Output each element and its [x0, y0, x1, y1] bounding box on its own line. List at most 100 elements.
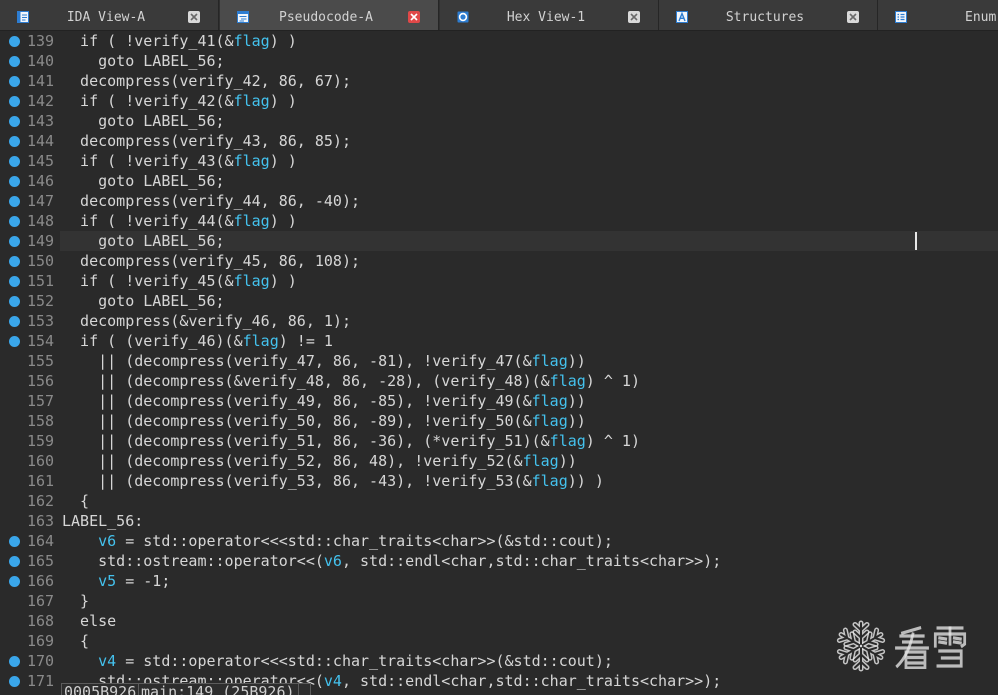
address-dot-icon[interactable]: [9, 176, 20, 187]
code-line[interactable]: 150 decompress(verify_45, 86, 108);: [0, 251, 998, 271]
code-line[interactable]: 153 decompress(&verify_46, 86, 1);: [0, 311, 998, 331]
code-text[interactable]: if ( !verify_41(&flag) ): [62, 31, 297, 51]
code-text[interactable]: else: [62, 611, 116, 631]
code-line[interactable]: 144 decompress(verify_43, 86, 85);: [0, 131, 998, 151]
variable-token[interactable]: flag: [550, 372, 586, 390]
code-line[interactable]: 145 if ( !verify_43(&flag) ): [0, 151, 998, 171]
code-line[interactable]: 165 std::ostream::operator<<(v6, std::en…: [0, 551, 998, 571]
address-dot-icon[interactable]: [9, 556, 20, 567]
variable-token[interactable]: flag: [243, 332, 279, 350]
code-text[interactable]: if ( !verify_45(&flag) ): [62, 271, 297, 291]
variable-token[interactable]: flag: [532, 352, 568, 370]
code-line[interactable]: 166 v5 = -1;: [0, 571, 998, 591]
code-line[interactable]: 155 || (decompress(verify_47, 86, -81), …: [0, 351, 998, 371]
address-dot-icon[interactable]: [9, 136, 20, 147]
variable-token[interactable]: flag: [523, 452, 559, 470]
code-line[interactable]: 154 if ( (verify_46)(&flag) != 1: [0, 331, 998, 351]
code-line[interactable]: 139 if ( !verify_41(&flag) ): [0, 31, 998, 51]
code-text[interactable]: if ( !verify_42(&flag) ): [62, 91, 297, 111]
code-text[interactable]: decompress(verify_44, 86, -40);: [62, 191, 360, 211]
address-dot-icon[interactable]: [9, 36, 20, 47]
address-dot-icon[interactable]: [9, 256, 20, 267]
code-line[interactable]: 148 if ( !verify_44(&flag) ): [0, 211, 998, 231]
code-text[interactable]: goto LABEL_56;: [62, 291, 224, 311]
code-line[interactable]: 140 goto LABEL_56;: [0, 51, 998, 71]
code-text[interactable]: goto LABEL_56;: [62, 111, 224, 131]
code-text[interactable]: || (decompress(&verify_48, 86, -28), (ve…: [62, 371, 640, 391]
address-dot-icon[interactable]: [9, 116, 20, 127]
code-text[interactable]: || (decompress(verify_51, 86, -36), (*ve…: [62, 431, 640, 451]
code-text[interactable]: LABEL_56:: [62, 511, 143, 531]
code-line[interactable]: 160 || (decompress(verify_52, 86, 48), !…: [0, 451, 998, 471]
code-text[interactable]: v6 = std::operator<<<std::char_traits<ch…: [62, 531, 613, 551]
variable-token[interactable]: v5: [98, 572, 116, 590]
address-dot-icon[interactable]: [9, 336, 20, 347]
address-dot-icon[interactable]: [9, 296, 20, 307]
variable-token[interactable]: flag: [234, 92, 270, 110]
code-view[interactable]: 139 if ( !verify_41(&flag) ) 140 goto LAB…: [0, 31, 998, 695]
variable-token[interactable]: flag: [234, 272, 270, 290]
code-line[interactable]: 142 if ( !verify_42(&flag) ): [0, 91, 998, 111]
tab-hex-view[interactable]: Hex View-1: [440, 0, 659, 30]
code-line[interactable]: 156 || (decompress(&verify_48, 86, -28),…: [0, 371, 998, 391]
variable-token[interactable]: flag: [532, 392, 568, 410]
close-icon[interactable]: [188, 11, 200, 23]
code-line[interactable]: 147 decompress(verify_44, 86, -40);: [0, 191, 998, 211]
code-text[interactable]: {: [62, 631, 89, 651]
code-text[interactable]: {: [62, 491, 89, 511]
address-dot-icon[interactable]: [9, 536, 20, 547]
close-icon[interactable]: [628, 11, 640, 23]
address-dot-icon[interactable]: [9, 216, 20, 227]
tab-structures[interactable]: Structures: [659, 0, 878, 30]
address-dot-icon[interactable]: [9, 236, 20, 247]
code-line[interactable]: 167 }: [0, 591, 998, 611]
code-text[interactable]: std::ostream::operator<<(v6, std::endl<c…: [62, 551, 721, 571]
code-text[interactable]: v5 = -1;: [62, 571, 170, 591]
code-text[interactable]: if ( !verify_43(&flag) ): [62, 151, 297, 171]
code-line[interactable]: 146 goto LABEL_56;: [0, 171, 998, 191]
code-line[interactable]: 143 goto LABEL_56;: [0, 111, 998, 131]
variable-token[interactable]: flag: [532, 412, 568, 430]
close-icon[interactable]: [847, 11, 859, 23]
address-dot-icon[interactable]: [9, 96, 20, 107]
variable-token[interactable]: flag: [234, 32, 270, 50]
address-dot-icon[interactable]: [9, 276, 20, 287]
code-line[interactable]: 141 decompress(verify_42, 86, 67);: [0, 71, 998, 91]
code-line-current[interactable]: 149 goto LABEL_56;: [0, 231, 998, 251]
variable-token[interactable]: v4: [98, 652, 116, 670]
code-text[interactable]: || (decompress(verify_52, 86, 48), !veri…: [62, 451, 577, 471]
address-dot-icon[interactable]: [9, 316, 20, 327]
variable-token[interactable]: flag: [532, 472, 568, 490]
address-dot-icon[interactable]: [9, 576, 20, 587]
code-line[interactable]: 164 v6 = std::operator<<<std::char_trait…: [0, 531, 998, 551]
code-text[interactable]: if ( (verify_46)(&flag) != 1: [62, 331, 333, 351]
code-text[interactable]: goto LABEL_56;: [62, 231, 224, 251]
code-text[interactable]: goto LABEL_56;: [62, 51, 224, 71]
code-line[interactable]: 152 goto LABEL_56;: [0, 291, 998, 311]
address-dot-icon[interactable]: [9, 56, 20, 67]
code-text[interactable]: if ( !verify_44(&flag) ): [62, 211, 297, 231]
code-text[interactable]: decompress(&verify_46, 86, 1);: [62, 311, 351, 331]
tab-ida-view[interactable]: IDA View-A: [0, 0, 219, 30]
code-text[interactable]: || (decompress(verify_49, 86, -85), !ver…: [62, 391, 586, 411]
code-line[interactable]: 159 || (decompress(verify_51, 86, -36), …: [0, 431, 998, 451]
code-text[interactable]: goto LABEL_56;: [62, 171, 224, 191]
tab-enums[interactable]: Enum: [878, 0, 998, 30]
code-line[interactable]: 157 || (decompress(verify_49, 86, -85), …: [0, 391, 998, 411]
variable-token[interactable]: flag: [234, 212, 270, 230]
variable-token[interactable]: v6: [98, 532, 116, 550]
code-text[interactable]: || (decompress(verify_50, 86, -89), !ver…: [62, 411, 586, 431]
code-text[interactable]: decompress(verify_42, 86, 67);: [62, 71, 351, 91]
code-text[interactable]: || (decompress(verify_53, 86, -43), !ver…: [62, 471, 604, 491]
code-text[interactable]: decompress(verify_45, 86, 108);: [62, 251, 360, 271]
close-icon[interactable]: [408, 11, 420, 23]
code-text[interactable]: v4 = std::operator<<<std::char_traits<ch…: [62, 651, 613, 671]
code-text[interactable]: }: [62, 591, 89, 611]
address-dot-icon[interactable]: [9, 656, 20, 667]
code-line[interactable]: 158 || (decompress(verify_50, 86, -89), …: [0, 411, 998, 431]
address-dot-icon[interactable]: [9, 156, 20, 167]
tab-pseudocode[interactable]: Pseudocode-A: [220, 0, 439, 30]
code-text[interactable]: || (decompress(verify_47, 86, -81), !ver…: [62, 351, 586, 371]
code-line[interactable]: 151 if ( !verify_45(&flag) ): [0, 271, 998, 291]
code-line[interactable]: 162 {: [0, 491, 998, 511]
